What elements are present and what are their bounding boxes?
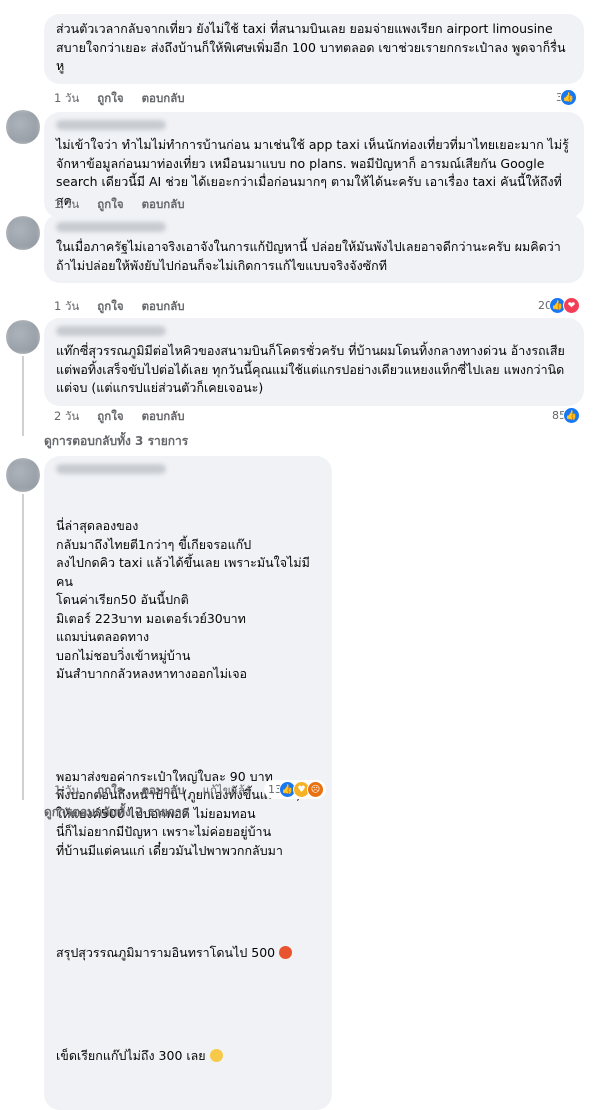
avatar[interactable]	[6, 458, 40, 492]
like-reaction-icon: 👍	[560, 89, 577, 106]
author-name-blurred[interactable]	[56, 464, 166, 474]
reaction-summary[interactable]: 85 👍	[548, 406, 582, 425]
comment-text: แท๊กซี่สุวรรณภูมิมีต่อไหคิวของสนามบินก็โ…	[56, 343, 569, 395]
reply-button[interactable]: ตอบกลับ	[142, 408, 185, 426]
reply-button[interactable]: ตอบกลับ	[142, 196, 185, 214]
avatar[interactable]	[6, 110, 40, 144]
comment-actions: 1 วัน ถูกใจ ตอบกลับ	[54, 298, 185, 316]
comment-bubble: แท๊กซี่สุวรรณภูมิมีต่อไหคิวของสนามบินก็โ…	[44, 318, 584, 406]
avatar[interactable]	[6, 216, 40, 250]
view-replies-link[interactable]: ดูการตอบกลับทั้ง 2 รายการ	[44, 803, 188, 822]
comment-paragraph: สรุปสุวรรณภูมิมารามอินทราโดนไป 500	[56, 944, 320, 963]
comment-actions: 1 วัน ถูกใจ ตอบกลับ	[54, 90, 185, 108]
reaction-summary[interactable]: 13 👍 ♥ ☹	[264, 780, 326, 799]
author-name-blurred[interactable]	[56, 120, 166, 130]
reply-button[interactable]: ตอบกลับ	[142, 782, 185, 800]
love-reaction-icon: ❤	[563, 297, 580, 314]
comment-actions: 2 วัน ถูกใจ ตอบกลับ	[54, 408, 185, 426]
view-replies-link[interactable]: ดูการตอบกลับทั้ง 3 รายการ	[44, 432, 188, 451]
comment-paragraph-text: สรุปสุวรรณภูมิมารามอินทราโดนไป 500	[56, 945, 276, 960]
author-name-blurred[interactable]	[56, 222, 166, 232]
comment-time[interactable]: 1 วัน	[54, 196, 79, 214]
crying-face-icon	[209, 1048, 223, 1062]
comment-paragraph: เข็ดเรียกแก๊ปไม่ถึง 300 เลย	[56, 1047, 320, 1066]
comment-text: ส่วนตัวเวลากลับจากเที่ยว ยังไม่ใช้ taxi …	[56, 21, 566, 73]
comment-time[interactable]: 1 วัน	[54, 782, 79, 800]
like-reaction-icon: 👍	[563, 407, 580, 424]
comment-time[interactable]: 2 วัน	[54, 408, 79, 426]
like-button[interactable]: ถูกใจ	[97, 408, 123, 426]
comment-paragraph-text: เข็ดเรียกแก๊ปไม่ถึง 300 เลย	[56, 1047, 206, 1063]
like-button[interactable]: ถูกใจ	[97, 90, 123, 108]
avatar[interactable]	[6, 320, 40, 354]
angry-reaction-icon: ☹	[307, 781, 324, 798]
comment-time[interactable]: 1 วัน	[54, 90, 79, 108]
comment-bubble: ในเมื่อภาครัฐไม่เอาจริงเอาจังในการแก้ปัญ…	[44, 214, 584, 283]
like-button[interactable]: ถูกใจ	[97, 782, 123, 800]
thread-line	[22, 494, 24, 800]
author-name-blurred[interactable]	[56, 326, 166, 336]
reply-button[interactable]: ตอบกลับ	[142, 298, 185, 316]
comment-actions: 1 วัน ถูกใจ ตอบกลับ แก้ไขแล้ว	[54, 782, 252, 800]
comment-paragraph: นี่ล่าสุดลองของ กลับมาถึงไทยตี1กว่าๆ ขี้…	[56, 518, 310, 681]
reaction-summary[interactable]: 3 👍	[552, 88, 579, 107]
reply-button[interactable]: ตอบกลับ	[142, 90, 185, 108]
like-button[interactable]: ถูกใจ	[97, 298, 123, 316]
comment-text: ในเมื่อภาครัฐไม่เอาจริงเอาจังในการแก้ปัญ…	[56, 239, 561, 273]
comment-bubble: ส่วนตัวเวลากลับจากเที่ยว ยังไม่ใช้ taxi …	[44, 14, 584, 84]
edited-label[interactable]: แก้ไขแล้ว	[203, 782, 252, 800]
reaction-summary[interactable]: 20 👍 ❤	[534, 296, 582, 315]
angry-face-icon	[279, 946, 293, 959]
comment-time[interactable]: 1 วัน	[54, 298, 79, 316]
comment-actions: 1 วัน ถูกใจ ตอบกลับ	[54, 196, 185, 214]
thread-line	[22, 356, 24, 436]
like-button[interactable]: ถูกใจ	[97, 196, 123, 214]
